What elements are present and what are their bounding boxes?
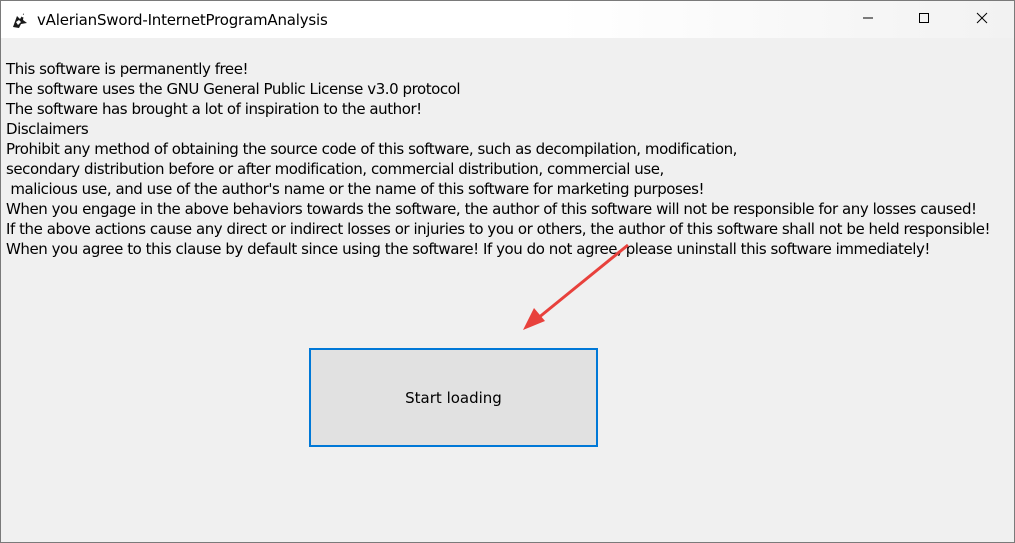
maximize-icon (918, 11, 930, 29)
text-line: If the above actions cause any direct or… (6, 220, 991, 238)
text-line: The software has brought a lot of inspir… (6, 100, 422, 118)
text-line: The software uses the GNU General Public… (6, 80, 461, 98)
start-loading-button[interactable]: Start loading (309, 348, 598, 447)
text-line: When you engage in the above behaviors t… (6, 200, 977, 218)
app-window: vAlerianSword-InternetProgramAnalysis Th… (0, 0, 1015, 543)
close-button[interactable] (959, 1, 1005, 38)
text-line: malicious use, and use of the author's n… (6, 180, 705, 198)
text-line: This software is permanently free! (6, 60, 249, 78)
text-line: secondary distribution before or after m… (6, 160, 664, 178)
app-icon (10, 10, 30, 30)
disclaimers-heading: Disclaimers (6, 120, 89, 138)
minimize-icon (862, 11, 874, 29)
start-loading-label: Start loading (405, 388, 502, 407)
window-title: vAlerianSword-InternetProgramAnalysis (37, 11, 328, 29)
text-line: Prohibit any method of obtaining the sou… (6, 140, 737, 158)
disclaimer-text: This software is permanently free! The s… (6, 59, 1011, 259)
close-icon (976, 11, 988, 29)
minimize-button[interactable] (845, 1, 891, 38)
text-line: When you agree to this clause by default… (6, 240, 930, 258)
title-bar[interactable]: vAlerianSword-InternetProgramAnalysis (1, 1, 1014, 38)
maximize-button[interactable] (901, 1, 947, 38)
